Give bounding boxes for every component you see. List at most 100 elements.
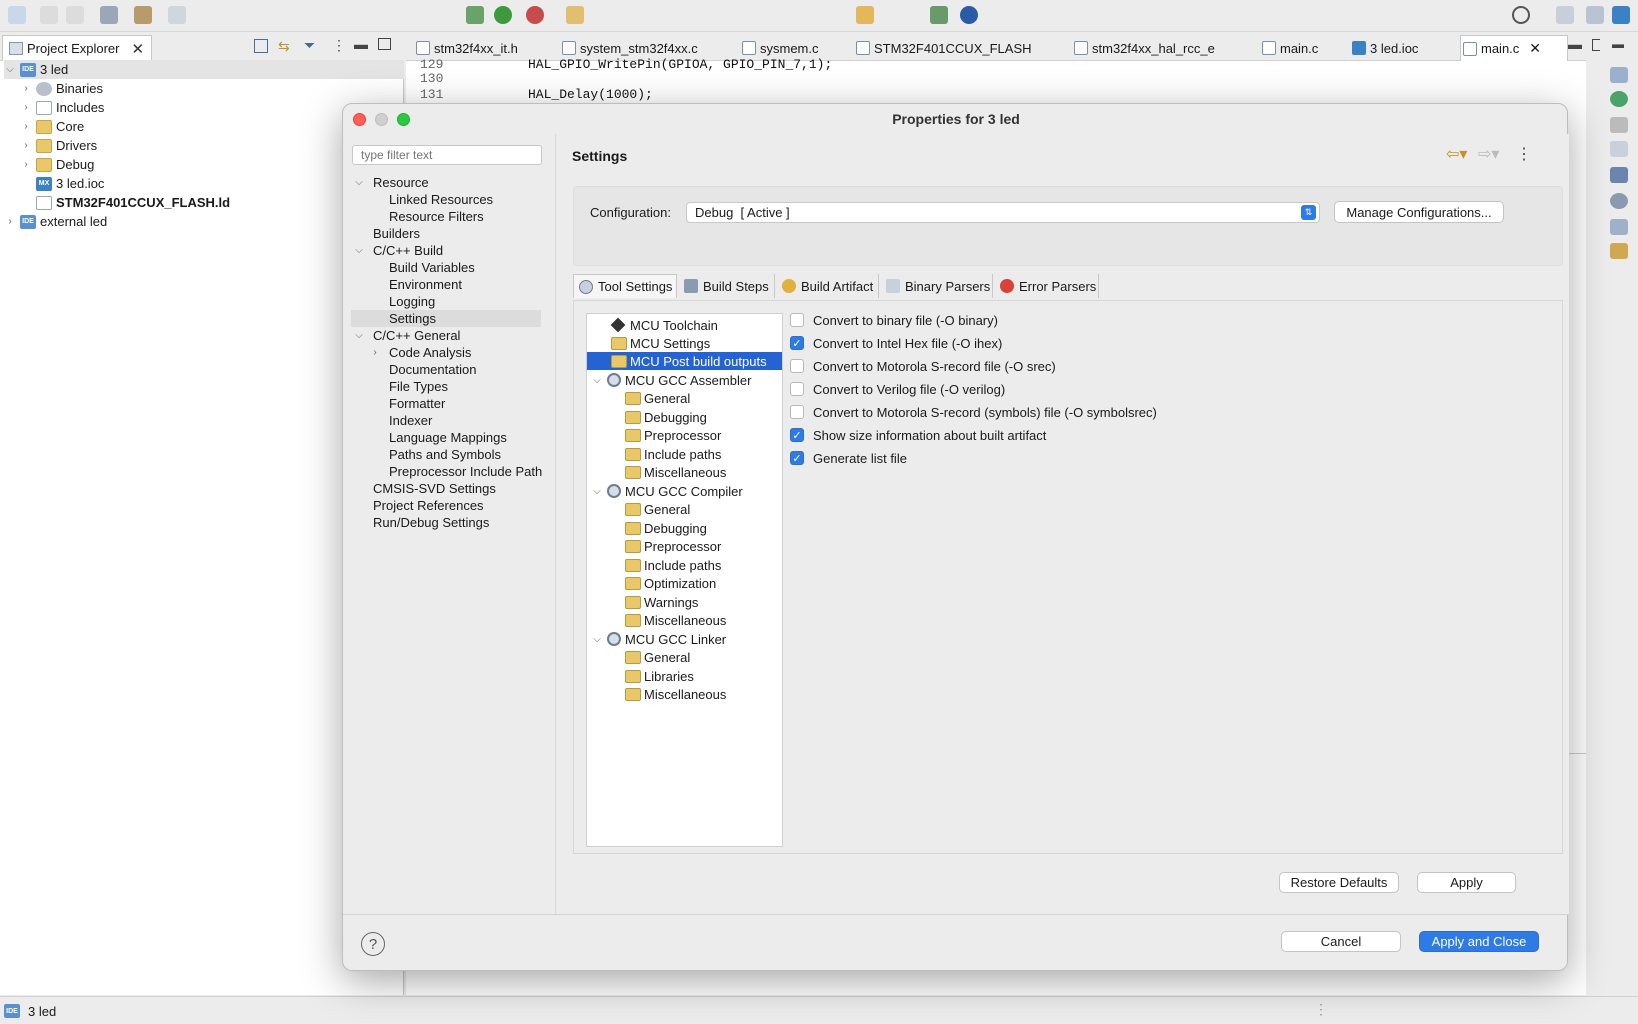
debug-bug-icon[interactable]: [466, 6, 484, 24]
open-folder-icon[interactable]: [566, 6, 584, 24]
zoom-window-button[interactable]: [397, 113, 410, 126]
checkbox[interactable]: ✓: [790, 451, 804, 465]
nav-item-settings[interactable]: Settings: [351, 310, 541, 327]
tab-build-artifact[interactable]: Build Artifact: [777, 274, 879, 298]
maximize-icon[interactable]: [378, 38, 391, 50]
tree-item-3-led[interactable]: ⌵ IDE 3 led: [4, 60, 404, 79]
checkbox[interactable]: [790, 382, 804, 396]
chevron-down-icon[interactable]: ⌵: [353, 330, 365, 341]
nav-item-builders[interactable]: Builders: [373, 225, 420, 242]
tool-item-linker-miscellaneous[interactable]: Miscellaneous: [625, 685, 726, 703]
tool-item-assembler-debugging[interactable]: Debugging: [625, 408, 707, 426]
nav-item-linked-resources[interactable]: Linked Resources: [389, 191, 493, 208]
outline-icon[interactable]: [1610, 67, 1628, 83]
nav-item-code-analysis[interactable]: › Code Analysis: [369, 344, 471, 361]
tool-item-assembler-preprocessor[interactable]: Preprocessor: [625, 426, 721, 444]
tool-item-mcu-settings[interactable]: MCU Settings: [611, 334, 710, 352]
chevron-right-icon[interactable]: ›: [369, 347, 381, 358]
option-list-file[interactable]: ✓ Generate list file: [790, 449, 907, 467]
tab-project-explorer[interactable]: Project Explorer ✕: [2, 35, 152, 61]
tree-item-external-led[interactable]: › IDE external led: [4, 212, 107, 231]
minimize-window-button[interactable]: [375, 113, 388, 126]
tool-item-mcu-gcc-compiler[interactable]: ⌵ MCU GCC Compiler: [591, 482, 743, 500]
tool-item-mcu-toolchain[interactable]: MCU Toolchain: [610, 316, 718, 334]
checkbox[interactable]: [790, 405, 804, 419]
mx-perspective-icon[interactable]: [1612, 6, 1630, 24]
nav-item-project-references[interactable]: Project References: [373, 497, 484, 514]
chevron-right-icon[interactable]: ›: [20, 83, 32, 94]
back-arrow-icon[interactable]: [856, 6, 874, 24]
chevron-right-icon[interactable]: ›: [4, 216, 16, 227]
nav-item-documentation[interactable]: Documentation: [389, 361, 476, 378]
option-symbolsrec[interactable]: Convert to Motorola S-record (symbols) f…: [790, 403, 1157, 421]
save-all-icon[interactable]: [66, 6, 84, 24]
tab-binary-parsers[interactable]: Binary Parsers: [881, 274, 993, 298]
filter-input[interactable]: [352, 145, 542, 165]
forward-arrow-icon[interactable]: ⇨▾: [1478, 144, 1499, 164]
nav-item-cmsis-svd-settings[interactable]: CMSIS-SVD Settings: [373, 480, 496, 497]
restore-icon[interactable]: [1610, 117, 1628, 133]
run-icon[interactable]: [494, 6, 512, 24]
nav-item-file-types[interactable]: File Types: [389, 378, 448, 395]
tab-build-steps[interactable]: Build Steps: [679, 274, 775, 298]
option-intel-hex[interactable]: ✓ Convert to Intel Hex file (-O ihex): [790, 334, 1002, 352]
tool-item-assembler-include-paths[interactable]: Include paths: [625, 445, 721, 463]
tool-item-compiler-warnings[interactable]: Warnings: [625, 593, 698, 611]
code-line[interactable]: 130: [420, 71, 1320, 87]
option-motorola-srec[interactable]: Convert to Motorola S-record file (-O sr…: [790, 357, 1056, 375]
nav-item-logging[interactable]: Logging: [389, 293, 435, 310]
tool-item-compiler-miscellaneous[interactable]: Miscellaneous: [625, 611, 726, 629]
nav-item-indexer[interactable]: Indexer: [389, 412, 432, 429]
tab-3-led-ioc[interactable]: 3 led.ioc: [1350, 35, 1418, 61]
info-icon[interactable]: [960, 6, 978, 24]
minimize-icon[interactable]: ▬: [1568, 36, 1582, 52]
save-icon[interactable]: [40, 6, 58, 24]
close-icon[interactable]: ✕: [131, 40, 144, 58]
binary-icon[interactable]: [1610, 141, 1628, 157]
help-button[interactable]: ?: [361, 932, 385, 956]
chevron-down-icon[interactable]: ⌵: [591, 486, 603, 497]
nav-item-resource-filters[interactable]: Resource Filters: [389, 208, 484, 225]
close-window-button[interactable]: [353, 113, 366, 126]
configuration-select[interactable]: Debug [ Active ] ⇅: [686, 202, 1320, 223]
build-hammer-icon[interactable]: [134, 6, 152, 24]
list-icon[interactable]: [1610, 219, 1628, 235]
chevron-down-icon[interactable]: ⌵: [4, 64, 16, 75]
tool-item-linker-general[interactable]: General: [625, 648, 690, 666]
nav-item-resource[interactable]: ⌵ Resource: [353, 174, 428, 191]
tool-item-compiler-optimization[interactable]: Optimization: [625, 574, 716, 592]
perspective-icon[interactable]: [1556, 6, 1574, 24]
tool-item-compiler-preprocessor[interactable]: Preprocessor: [625, 537, 721, 555]
cancel-button[interactable]: Cancel: [1281, 931, 1401, 952]
tool-item-assembler-general[interactable]: General: [625, 389, 690, 407]
nav-item-run-debug-settings[interactable]: Run/Debug Settings: [373, 514, 489, 531]
stack-icon[interactable]: [1610, 167, 1628, 183]
nav-item-build-variables[interactable]: Build Variables: [389, 259, 475, 276]
tool-item-mcu-post-build-outputs[interactable]: MCU Post build outputs: [587, 352, 782, 370]
gear-icon[interactable]: [100, 6, 118, 24]
tab-tool-settings[interactable]: Tool Settings: [573, 274, 677, 298]
tree-item-includes[interactable]: › Includes: [20, 98, 104, 117]
new-icon[interactable]: [8, 6, 26, 24]
chevron-down-icon[interactable]: ⌵: [353, 177, 365, 188]
checkbox[interactable]: ✓: [790, 428, 804, 442]
manage-configurations-button[interactable]: Manage Configurations...: [1334, 201, 1504, 223]
chevron-down-icon[interactable]: ⌵: [353, 245, 365, 256]
tree-item-core[interactable]: › Core: [20, 117, 84, 136]
tree-item-linker-script[interactable]: STM32F401CCUX_FLASH.ld: [36, 193, 240, 212]
option-size-info[interactable]: ✓ Show size information about built artif…: [790, 426, 1046, 444]
build-analyzer-icon[interactable]: [1610, 91, 1628, 107]
search-icon[interactable]: [1512, 6, 1530, 24]
tool-item-assembler-miscellaneous[interactable]: Miscellaneous: [625, 463, 726, 481]
tab-error-parsers[interactable]: Error Parsers: [995, 274, 1099, 298]
chevron-down-icon[interactable]: ⌵: [591, 634, 603, 645]
chevron-right-icon[interactable]: ›: [20, 102, 32, 113]
tree-item-debug[interactable]: › Debug: [20, 155, 94, 174]
binary-icon[interactable]: [168, 6, 186, 24]
close-icon[interactable]: ✕: [1529, 40, 1541, 57]
link-editor-icon[interactable]: ⇆: [278, 38, 290, 55]
tree-item-binaries[interactable]: › Binaries: [20, 79, 103, 98]
filter-icon[interactable]: ⏷: [304, 37, 315, 54]
tab-main-c-active[interactable]: main.c ✕: [1460, 35, 1568, 61]
nav-item-paths-and-symbols[interactable]: Paths and Symbols: [389, 446, 501, 463]
